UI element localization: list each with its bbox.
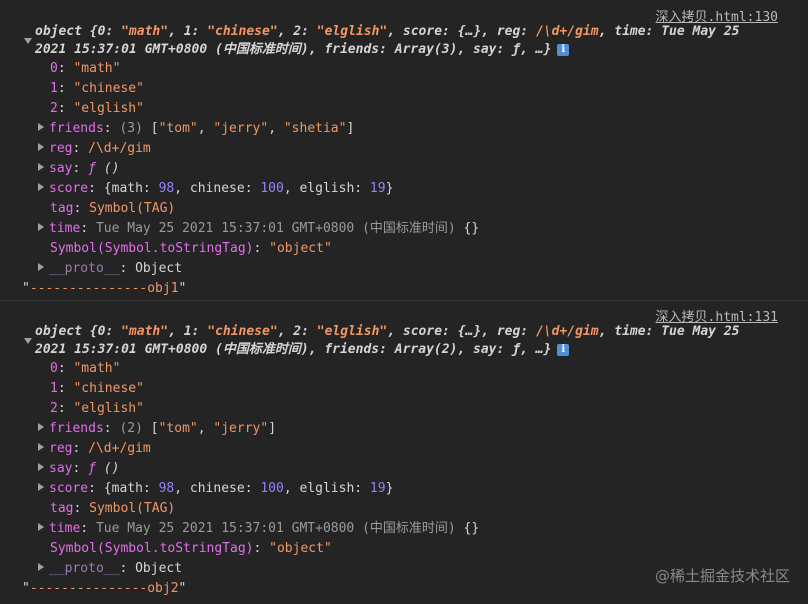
prop-reg[interactable]: reg: /\d+/gim [38,440,151,458]
expand-arrow-icon[interactable] [38,563,44,571]
expand-arrow-icon[interactable] [38,223,44,231]
info-icon[interactable]: i [557,44,570,56]
object-summary[interactable]: object {0: "math", 1: "chinese", 2: "elg… [35,23,739,41]
expand-arrow-icon[interactable] [38,123,44,131]
prop-friends[interactable]: friends: (3) ["tom", "jerry", "shetia"] [38,120,354,138]
expand-arrow-icon[interactable] [38,483,44,491]
prop-say[interactable]: say: ƒ () [38,460,119,478]
prop-reg[interactable]: reg: /\d+/gim [38,140,151,158]
prop-proto[interactable]: __proto__: Object [38,560,182,578]
prop-2: 2: "elglish" [50,401,144,416]
info-icon[interactable]: i [557,344,570,356]
prop-say[interactable]: say: ƒ () [38,160,119,178]
prop-time[interactable]: time: Tue May 25 2021 15:37:01 GMT+0800 … [38,220,479,238]
log-string: "---------------obj2" [22,581,187,596]
prop-symbol-tostringtag: Symbol(Symbol.toStringTag): "object" [50,241,332,256]
prop-score[interactable]: score: {math: 98, chinese: 100, elglish:… [38,180,393,198]
prop-tag: tag: Symbol(TAG) [50,501,176,516]
watermark: @稀土掘金技术社区 [654,567,790,585]
prop-symbol-tostringtag: Symbol(Symbol.toStringTag): "object" [50,541,332,556]
expand-arrow-icon[interactable] [38,423,44,431]
prop-0: 0: "math" [50,361,121,376]
expand-arrow-icon[interactable] [38,143,44,151]
expand-arrow-icon[interactable] [38,263,44,271]
expand-arrow-icon[interactable] [38,523,44,531]
expand-arrow-icon[interactable] [38,163,44,171]
prop-1: 1: "chinese" [50,81,144,96]
prop-0: 0: "math" [50,61,121,76]
console-entry-2: 深入拷贝.html:131 object {0: "math", 1: "chi… [0,300,808,604]
prop-1: 1: "chinese" [50,381,144,396]
prop-friends[interactable]: friends: (2) ["tom", "jerry"] [38,420,276,438]
expand-arrow-icon[interactable] [24,338,32,344]
object-summary-line2[interactable]: 2021 15:37:01 GMT+0800 (中国标准时间), friends… [35,341,570,359]
expand-arrow-icon[interactable] [38,183,44,191]
object-summary[interactable]: object {0: "math", 1: "chinese", 2: "elg… [35,323,739,341]
expand-arrow-icon[interactable] [38,463,44,471]
prop-proto[interactable]: __proto__: Object [38,260,182,278]
log-string: "---------------obj1" [22,281,187,296]
prop-time[interactable]: time: Tue May 25 2021 15:37:01 GMT+0800 … [38,520,479,538]
console-entry-1: 深入拷贝.html:130 object {0: "math", 1: "chi… [0,0,808,300]
prop-score[interactable]: score: {math: 98, chinese: 100, elglish:… [38,480,393,498]
expand-arrow-icon[interactable] [24,38,32,44]
prop-2: 2: "elglish" [50,101,144,116]
prop-tag: tag: Symbol(TAG) [50,201,176,216]
object-summary-line2[interactable]: 2021 15:37:01 GMT+0800 (中国标准时间), friends… [35,41,570,59]
expand-arrow-icon[interactable] [38,443,44,451]
